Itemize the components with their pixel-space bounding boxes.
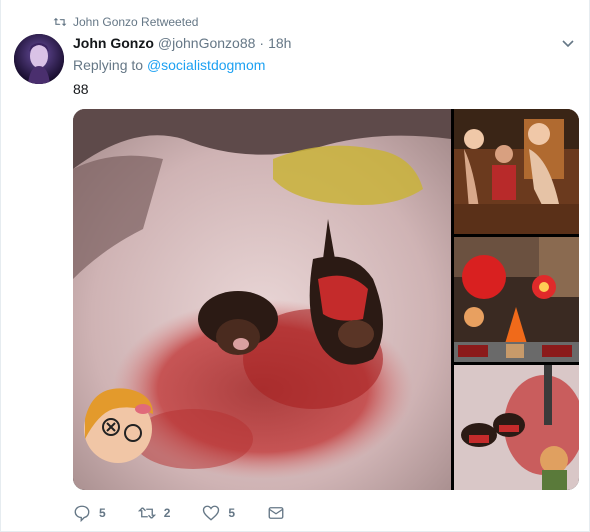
retweet-icon bbox=[137, 507, 156, 519]
chevron-down-icon[interactable] bbox=[561, 36, 575, 50]
mention-link[interactable]: @socialistdogmom bbox=[147, 57, 265, 73]
replying-to: Replying to @socialistdogmom bbox=[73, 57, 265, 73]
tweet-card[interactable]: John Gonzo Retweeted John Gonzo @johnGon… bbox=[0, 0, 590, 532]
side-photo-2 bbox=[454, 237, 579, 362]
tweet-actions: 5 2 5 bbox=[73, 502, 325, 524]
like-count: 5 bbox=[228, 506, 236, 520]
media-image-side-1[interactable] bbox=[454, 109, 579, 234]
separator-dot: · bbox=[259, 35, 265, 51]
retweet-button[interactable]: 2 bbox=[137, 504, 171, 522]
side-photo-1 bbox=[454, 109, 579, 234]
heart-icon bbox=[203, 505, 220, 521]
tweet-timestamp[interactable]: 18h bbox=[268, 35, 291, 51]
retweet-banner-text: John Gonzo Retweeted bbox=[73, 15, 199, 29]
media-image-side-2[interactable] bbox=[454, 237, 579, 362]
replying-to-label: Replying to bbox=[73, 57, 144, 73]
author-handle[interactable]: @johnGonzo88 bbox=[158, 35, 256, 51]
message-icon bbox=[268, 507, 284, 519]
retweet-icon bbox=[53, 17, 67, 27]
reply-button[interactable]: 5 bbox=[73, 504, 106, 522]
media-image-side-3[interactable] bbox=[454, 365, 579, 490]
reply-count: 5 bbox=[99, 506, 106, 520]
reply-icon bbox=[74, 505, 90, 522]
avatar-image bbox=[14, 34, 64, 84]
tweet-text: 88 bbox=[73, 81, 89, 97]
retweet-banner[interactable]: John Gonzo Retweeted bbox=[53, 13, 198, 31]
media-image-main[interactable] bbox=[73, 109, 451, 490]
direct-message-button[interactable] bbox=[267, 504, 293, 522]
side-photo-3 bbox=[454, 365, 579, 490]
tweet-header: John Gonzo @johnGonzo88 · 18h bbox=[73, 33, 291, 53]
main-photo bbox=[73, 109, 451, 490]
like-button[interactable]: 5 bbox=[202, 504, 235, 522]
media-grid bbox=[73, 109, 579, 490]
retweet-count: 2 bbox=[163, 506, 171, 520]
author-name[interactable]: John Gonzo bbox=[73, 35, 154, 51]
avatar[interactable] bbox=[14, 34, 64, 84]
